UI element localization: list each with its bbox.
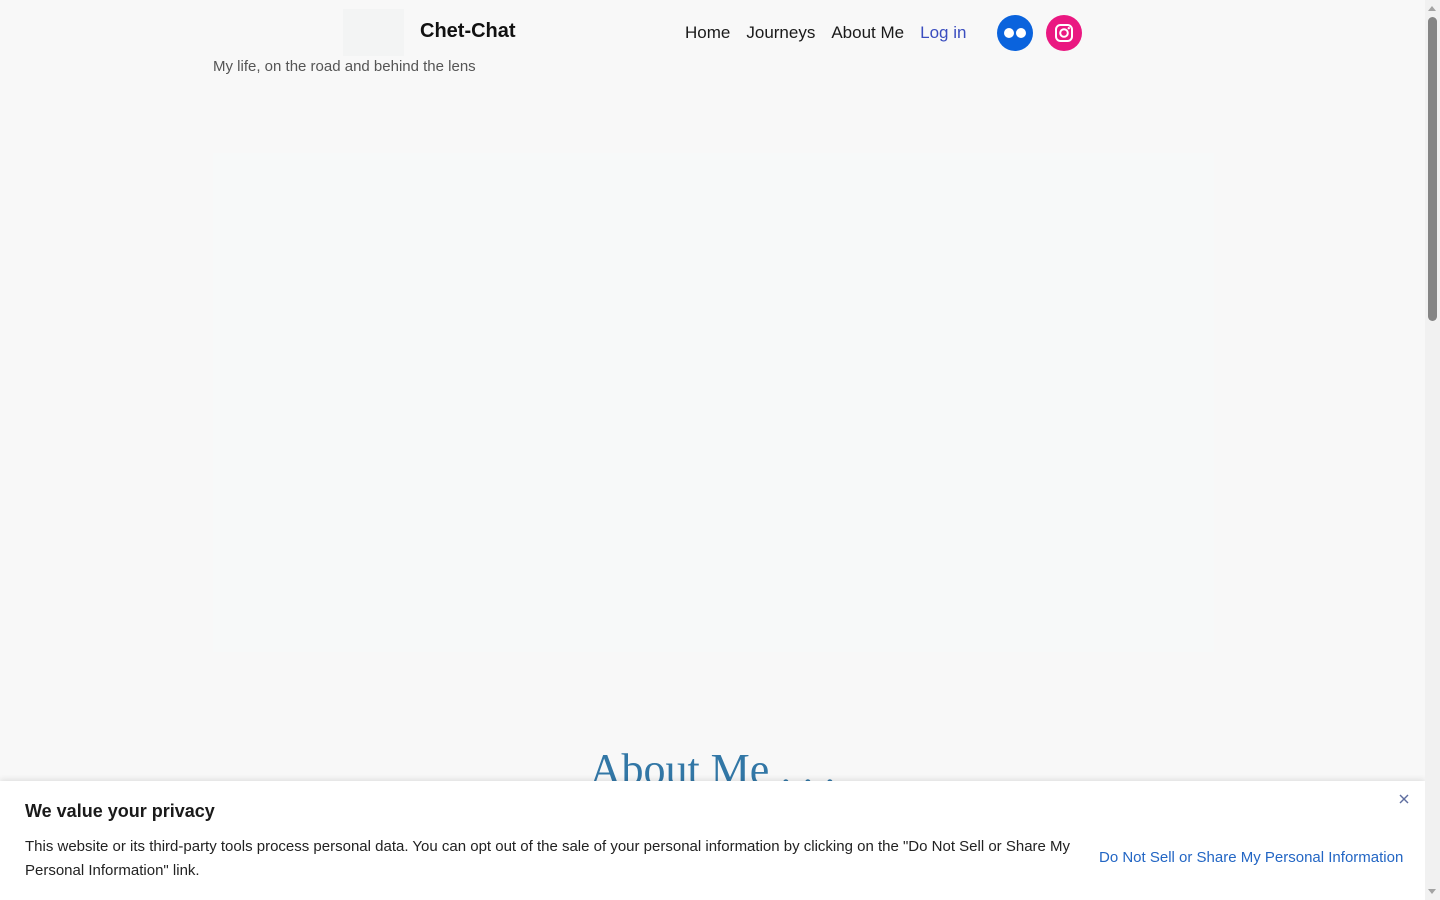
flickr-link[interactable]	[997, 15, 1033, 51]
nav-home[interactable]: Home	[685, 23, 730, 43]
privacy-banner: We value your privacy This website or it…	[0, 781, 1425, 900]
nav-about[interactable]: About Me	[831, 23, 904, 43]
nav-login[interactable]: Log in	[920, 23, 966, 43]
vertical-scrollbar[interactable]	[1425, 0, 1440, 900]
main-nav: Home Journeys About Me Log in	[685, 20, 966, 46]
page: Chet-Chat My life, on the road and behin…	[0, 0, 1425, 900]
hero-image	[213, 153, 1214, 652]
site-logo[interactable]	[343, 9, 404, 56]
scroll-down-arrow-icon[interactable]	[1428, 889, 1436, 894]
do-not-sell-link[interactable]: Do Not Sell or Share My Personal Informa…	[1099, 849, 1403, 866]
scrollbar-thumb[interactable]	[1428, 17, 1437, 321]
instagram-icon	[1055, 24, 1073, 42]
privacy-title: We value your privacy	[25, 801, 215, 821]
privacy-text: This website or its third-party tools pr…	[25, 838, 1071, 879]
instagram-link[interactable]	[1046, 15, 1082, 51]
scroll-up-arrow-icon[interactable]	[1428, 6, 1436, 11]
flickr-icon	[1004, 28, 1026, 38]
site-title[interactable]: Chet-Chat	[420, 20, 516, 43]
close-icon[interactable]	[1396, 791, 1412, 807]
nav-journeys[interactable]: Journeys	[746, 23, 815, 43]
site-tagline: My life, on the road and behind the lens	[213, 58, 476, 75]
